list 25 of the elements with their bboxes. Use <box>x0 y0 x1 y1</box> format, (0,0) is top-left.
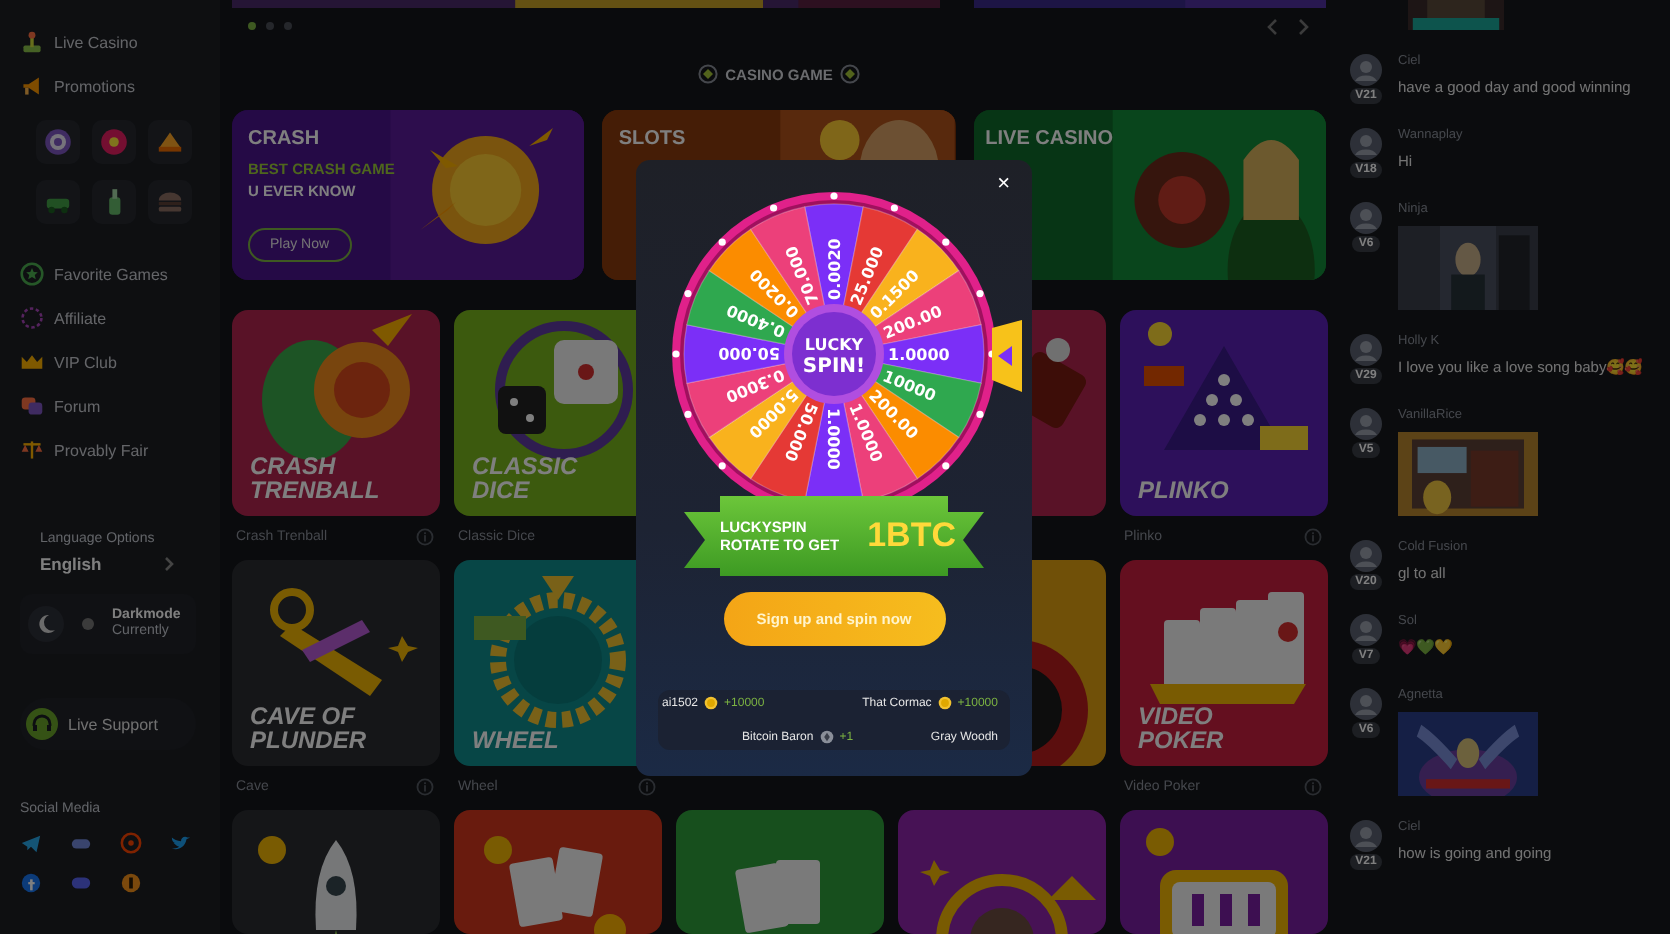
sidebar-item[interactable]: Promotions <box>20 64 208 108</box>
hub-label: SPIN! <box>802 356 866 378</box>
banner-title: CRASH <box>248 128 322 150</box>
wheel-value: 1.0000 <box>824 408 842 470</box>
wheel-value: 0.0020 <box>826 238 844 300</box>
sidebar-item[interactable]: Affiliate <box>20 296 208 340</box>
hub-label: LUCKY <box>804 336 864 354</box>
game-title: CLASSIC DICE <box>472 453 580 504</box>
game-title: WHEEL <box>472 728 561 754</box>
sidebar-item[interactable]: Forum <box>20 384 208 428</box>
prize-text: 1BTC <box>867 516 956 556</box>
banner-title: SLOTS <box>618 128 686 150</box>
wheel-value: 1.0000 <box>888 346 950 364</box>
banner-title: LIVE CASINO <box>985 128 1114 150</box>
sidebar-item[interactable]: Live Casino <box>20 20 208 64</box>
sidebar-item[interactable]: Favorite Games <box>20 252 208 296</box>
game-title: PLINKO <box>1138 478 1231 504</box>
close-button[interactable]: × <box>991 172 1016 196</box>
game-title: CRASH TRENBALL <box>250 453 382 504</box>
game-title: VIDEO POKER <box>1138 703 1226 754</box>
game-title: CAVE OF PLUNDER <box>250 703 369 754</box>
language-select[interactable]: English <box>20 546 188 582</box>
sidebar-item[interactable]: VIP Club <box>20 340 208 384</box>
sidebar-item[interactable]: Provably Fair <box>20 428 208 472</box>
wheel-value: 50.000 <box>718 344 780 362</box>
